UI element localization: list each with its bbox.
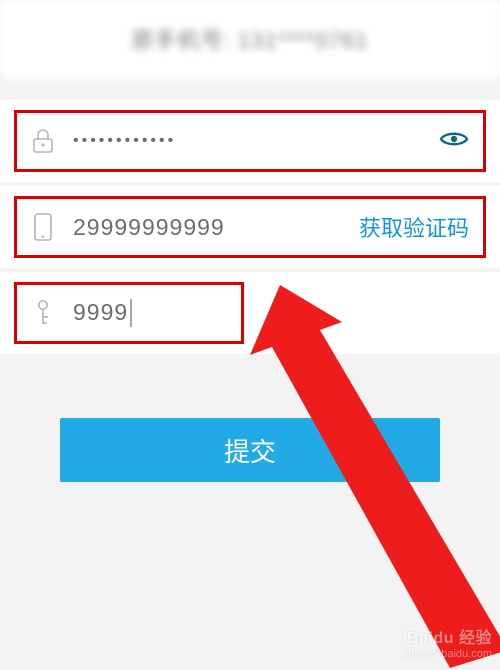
text-cursor	[130, 299, 132, 327]
key-icon	[31, 299, 55, 327]
eye-icon	[439, 129, 469, 154]
page-header: 原手机号: 131****0761	[0, 0, 500, 78]
show-password-button[interactable]	[439, 129, 469, 154]
watermark-sub: jingyan.baidu.com	[403, 648, 492, 661]
password-field[interactable]: ••••••••••••	[14, 110, 486, 172]
code-input[interactable]: 9999	[73, 299, 227, 328]
password-input[interactable]: ••••••••••••	[73, 132, 421, 150]
phone-row: 29999999999 获取验证码	[0, 186, 500, 268]
submit-wrap: 提交	[0, 358, 500, 482]
watermark-brand: Baidu 经验	[403, 629, 492, 648]
submit-label: 提交	[224, 432, 276, 469]
phone-field[interactable]: 29999999999 获取验证码	[14, 196, 486, 258]
code-value: 9999	[73, 299, 128, 325]
submit-button[interactable]: 提交	[60, 418, 440, 482]
code-row: 9999	[0, 272, 500, 354]
code-field[interactable]: 9999	[14, 282, 244, 344]
get-code-button[interactable]: 获取验证码	[359, 211, 469, 243]
header-title: 原手机号: 131****0761	[131, 23, 368, 55]
phone-icon	[31, 213, 55, 241]
phone-input[interactable]: 29999999999	[73, 214, 341, 241]
header-gap	[0, 78, 500, 100]
lock-icon	[31, 127, 55, 155]
password-row: ••••••••••••	[0, 100, 500, 182]
watermark: Baidu 经验 jingyan.baidu.com	[403, 629, 492, 661]
